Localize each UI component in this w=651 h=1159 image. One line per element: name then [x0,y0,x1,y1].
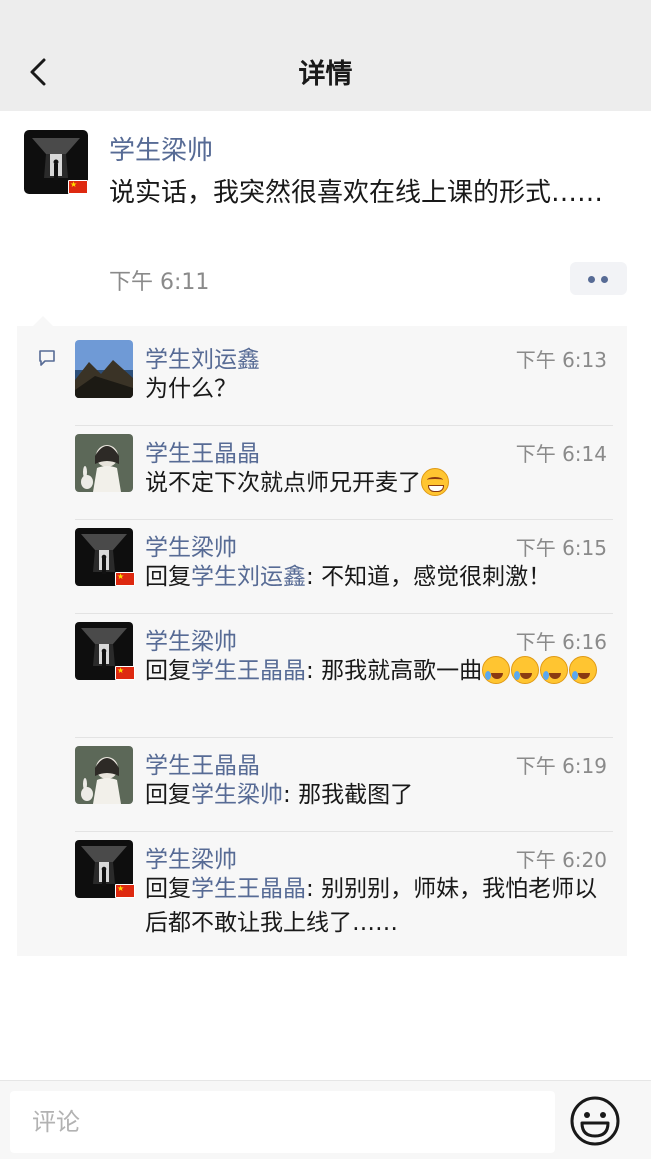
divider [75,831,613,832]
reply-to-name[interactable]: 学生王晶晶 [191,876,306,902]
comment-time: 下午 6:14 [515,442,607,466]
comment-text: 回复学生梁帅: 那我截图了 [145,782,414,808]
comments-caret [33,316,53,326]
more-button[interactable] [570,262,627,295]
more-dots-icon [588,276,595,283]
illustrated-girl-avatar-image [75,746,133,804]
comment-time: 下午 6:19 [515,754,607,778]
comment-time: 下午 6:20 [515,848,607,872]
illustrated-girl-avatar-image [75,434,133,492]
china-flag-badge [68,178,88,194]
china-flag-badge [115,570,135,586]
commenter-name[interactable]: 学生王晶晶 [145,434,260,468]
china-flag-badge [115,882,135,898]
comment-time: 下午 6:16 [515,630,607,654]
comment-text: 为什么？ [145,376,237,402]
commenter-name[interactable]: 学生刘运鑫 [145,340,260,374]
reply-to-name[interactable]: 学生王晶晶 [191,658,306,684]
commenter-name[interactable]: 学生梁帅 [145,528,237,562]
comment-bar [0,1080,651,1159]
navigation-bar: 详情 [0,0,651,111]
comment-text: 说不定下次就点师兄开麦了 [145,466,615,500]
comment-item: 学生刘运鑫 下午 6:13 为什么？ [17,340,627,426]
post-author-name[interactable]: 学生梁帅 [109,130,213,167]
china-flag-badge [115,664,135,680]
comment-time: 下午 6:15 [515,536,607,560]
comment-text: 回复学生刘运鑫: 不知道，感觉很刺激！ [145,564,552,590]
reply-to-name[interactable]: 学生梁帅 [191,782,283,808]
emoji-button[interactable] [568,1094,622,1148]
grin-emoji-icon [421,468,449,496]
divider [75,613,613,614]
divider [75,519,613,520]
post-text: 说实话，我突然很喜欢在线上课的形式…… [109,178,604,208]
commenter-name[interactable]: 学生梁帅 [145,840,237,874]
commenter-name[interactable]: 学生梁帅 [145,622,237,656]
divider [75,737,613,738]
comment-text: 回复学生王晶晶: 别别别，师妹，我怕老师以后都不敢让我上线了…… [145,876,598,936]
divider [75,425,613,426]
page-title: 详情 [298,59,353,90]
comment-input[interactable] [10,1091,555,1153]
comment-text: 回复学生王晶晶: 那我就高歌一曲 [145,654,615,688]
comment-time: 下午 6:13 [515,348,607,372]
comment-item: 学生王晶晶 下午 6:19 回复学生梁帅: 那我截图了 [17,746,627,832]
commenter-avatar[interactable] [75,340,133,398]
comment-item: 学生梁帅 下午 6:16 回复学生王晶晶: 那我就高歌一曲 [17,622,627,738]
smiley-face-icon [570,1096,620,1146]
crying-laughing-emoji-icon [482,656,511,684]
comment-item: 学生王晶晶 下午 6:14 说不定下次就点师兄开麦了 [17,434,627,520]
crying-laughing-emoji-icon [511,656,540,684]
crying-laughing-emoji-icon [540,656,569,684]
post-timestamp: 下午 6:11 [109,270,210,295]
crying-laughing-emoji-icon [569,656,598,684]
commenter-avatar[interactable] [75,434,133,492]
comments-panel: 学生刘运鑫 下午 6:13 为什么？ 学生王晶晶 下午 6:14 说不定下次就点… [17,326,627,956]
mountain-lake-avatar-image [75,340,133,398]
reply-to-name[interactable]: 学生刘运鑫 [191,564,306,590]
comment-item: 学生梁帅 下午 6:15 回复学生刘运鑫: 不知道，感觉很刺激！ [17,528,627,614]
comment-item: 学生梁帅 下午 6:20 回复学生王晶晶: 别别别，师妹，我怕老师以后都不敢让我… [17,840,627,950]
commenter-avatar[interactable] [75,746,133,804]
commenter-name[interactable]: 学生王晶晶 [145,746,260,780]
